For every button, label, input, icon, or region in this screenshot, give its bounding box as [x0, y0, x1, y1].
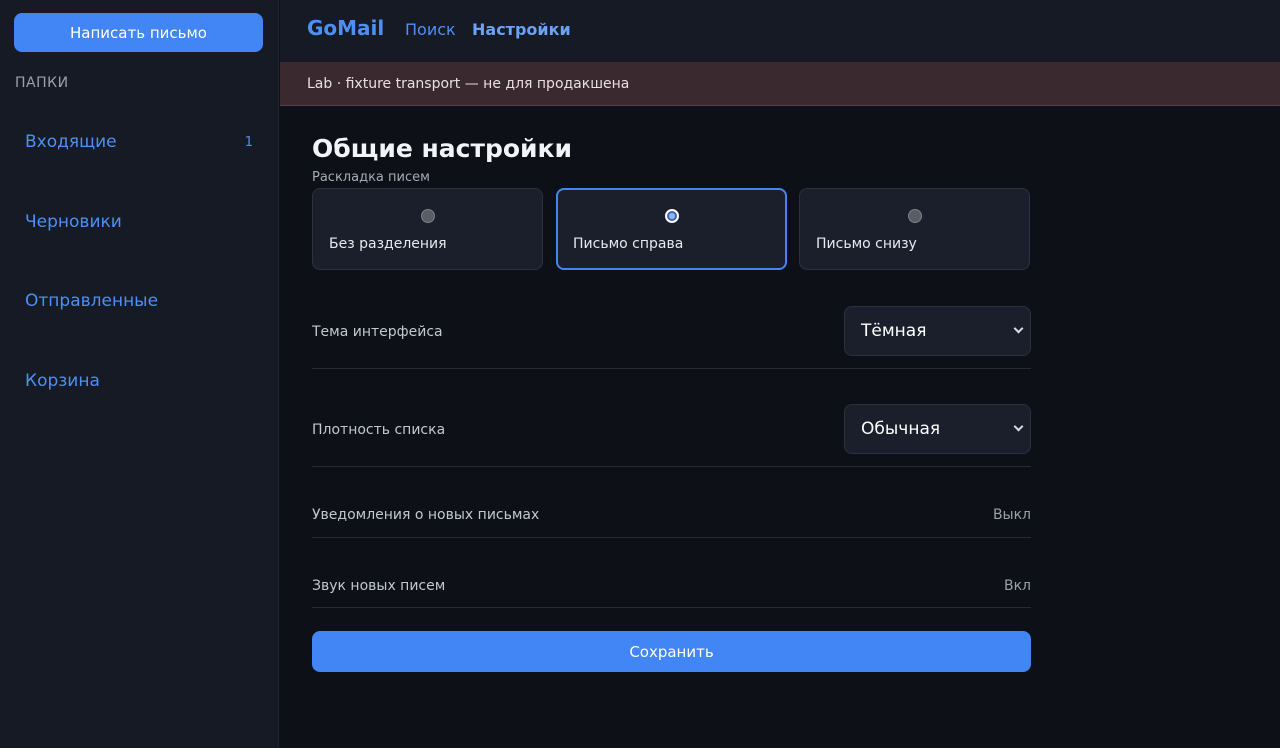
layout-option-label: Письмо снизу [816, 236, 917, 252]
layout-option-label: Письмо справа [573, 236, 684, 252]
theme-label: Тема интерфейса [312, 324, 443, 340]
theme-select-value: Тёмная [861, 321, 927, 341]
nav-link-search[interactable]: Поиск [405, 20, 456, 39]
notifications-label: Уведомления о новых письмах [312, 507, 540, 523]
nav-link-settings[interactable]: Настройки [472, 20, 571, 39]
sound-label: Звук новых писем [312, 578, 446, 594]
sidebar-item-drafts[interactable]: Черновики [25, 207, 255, 237]
compose-button[interactable]: Написать письмо [14, 13, 263, 52]
setting-row-theme: Тема интерфейса Тёмная [312, 296, 1031, 369]
layout-option-label: Без разделения [329, 236, 447, 252]
sidebar-item-label: Черновики [25, 212, 122, 232]
top-nav: GoMail Поиск Настройки [280, 0, 1280, 62]
theme-select[interactable]: Тёмная [844, 306, 1031, 356]
density-select[interactable]: Обычная [844, 404, 1031, 454]
folders-heading: ПАПКИ [15, 75, 69, 91]
sidebar: Написать письмо ПАПКИ Входящие 1 Чернови… [0, 0, 279, 748]
density-label: Плотность списка [312, 422, 446, 438]
setting-row-notifications: Уведомления о новых письмах Выкл [312, 498, 1031, 538]
sidebar-item-sent[interactable]: Отправленные [25, 286, 255, 316]
sound-toggle[interactable]: Вкл [1004, 578, 1031, 594]
page-title: Общие настройки [312, 134, 573, 163]
density-select-value: Обычная [861, 419, 941, 439]
chevron-down-icon [1013, 323, 1024, 334]
radio-checked-icon[interactable] [665, 209, 679, 223]
sidebar-item-inbox[interactable]: Входящие 1 [25, 127, 255, 157]
layout-option-bottom[interactable]: Письмо снизу [799, 188, 1030, 270]
sidebar-item-label: Входящие [25, 132, 117, 152]
notifications-toggle[interactable]: Выкл [993, 507, 1031, 523]
chevron-down-icon [1013, 421, 1024, 432]
radio-icon[interactable] [908, 209, 922, 223]
brand-logo[interactable]: GoMail [307, 16, 384, 40]
layout-label: Раскладка писем [312, 170, 430, 185]
sidebar-item-label: Корзина [25, 371, 100, 391]
layout-option-no-split[interactable]: Без разделения [312, 188, 543, 270]
layout-option-right[interactable]: Письмо справа [556, 188, 787, 270]
setting-row-sound: Звук новых писем Вкл [312, 569, 1031, 608]
banner-text: Lab · fixture transport — не для продакш… [307, 75, 630, 92]
unread-count-badge: 1 [244, 134, 253, 150]
setting-row-density: Плотность списка Обычная [312, 394, 1031, 467]
sidebar-item-label: Отправленные [25, 291, 159, 311]
save-button[interactable]: Сохранить [312, 631, 1031, 672]
sidebar-item-trash[interactable]: Корзина [25, 366, 255, 396]
radio-icon[interactable] [421, 209, 435, 223]
environment-banner: Lab · fixture transport — не для продакш… [280, 62, 1280, 106]
